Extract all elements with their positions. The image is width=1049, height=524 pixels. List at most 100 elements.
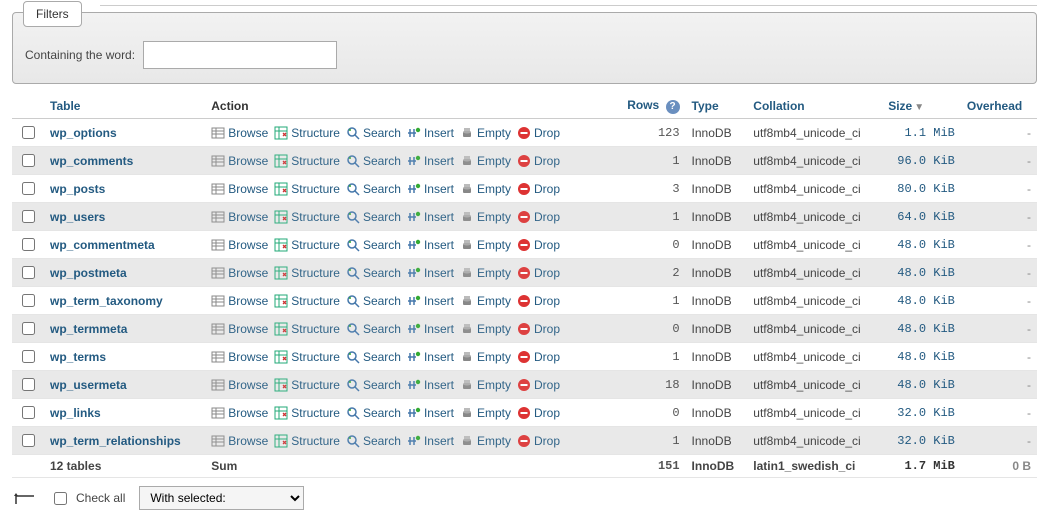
- table-name-link[interactable]: wp_term_relationships: [50, 434, 181, 448]
- insert-action[interactable]: Insert: [407, 266, 454, 280]
- row-checkbox[interactable]: [22, 154, 35, 167]
- structure-action[interactable]: Structure: [274, 266, 340, 280]
- table-name-link[interactable]: wp_options: [50, 126, 117, 140]
- empty-action[interactable]: Empty: [460, 434, 511, 448]
- row-size[interactable]: 96.0 KiB: [882, 147, 961, 175]
- structure-action[interactable]: Structure: [274, 238, 340, 252]
- browse-action[interactable]: Browse: [211, 434, 268, 448]
- insert-action[interactable]: Insert: [407, 322, 454, 336]
- row-size[interactable]: 48.0 KiB: [882, 315, 961, 343]
- drop-action[interactable]: Drop: [517, 238, 560, 252]
- row-checkbox[interactable]: [22, 378, 35, 391]
- row-size[interactable]: 80.0 KiB: [882, 175, 961, 203]
- filters-tab[interactable]: Filters: [23, 1, 82, 27]
- search-action[interactable]: Search: [346, 238, 401, 252]
- empty-action[interactable]: Empty: [460, 406, 511, 420]
- row-size[interactable]: 48.0 KiB: [882, 343, 961, 371]
- search-action[interactable]: Search: [346, 294, 401, 308]
- structure-action[interactable]: Structure: [274, 182, 340, 196]
- drop-action[interactable]: Drop: [517, 322, 560, 336]
- table-name-link[interactable]: wp_postmeta: [50, 266, 127, 280]
- structure-action[interactable]: Structure: [274, 350, 340, 364]
- structure-action[interactable]: Structure: [274, 322, 340, 336]
- structure-action[interactable]: Structure: [274, 126, 340, 140]
- insert-action[interactable]: Insert: [407, 434, 454, 448]
- structure-action[interactable]: Structure: [274, 210, 340, 224]
- search-action[interactable]: Search: [346, 406, 401, 420]
- row-size[interactable]: 32.0 KiB: [882, 427, 961, 455]
- col-size[interactable]: Size▼: [882, 94, 961, 119]
- empty-action[interactable]: Empty: [460, 126, 511, 140]
- empty-action[interactable]: Empty: [460, 182, 511, 196]
- row-size[interactable]: 64.0 KiB: [882, 203, 961, 231]
- row-checkbox[interactable]: [22, 294, 35, 307]
- with-selected-dropdown[interactable]: With selected:: [139, 486, 304, 510]
- empty-action[interactable]: Empty: [460, 322, 511, 336]
- row-size[interactable]: 48.0 KiB: [882, 371, 961, 399]
- table-name-link[interactable]: wp_users: [50, 210, 105, 224]
- empty-action[interactable]: Empty: [460, 350, 511, 364]
- row-checkbox[interactable]: [22, 210, 35, 223]
- structure-action[interactable]: Structure: [274, 406, 340, 420]
- browse-action[interactable]: Browse: [211, 154, 268, 168]
- browse-action[interactable]: Browse: [211, 126, 268, 140]
- browse-action[interactable]: Browse: [211, 350, 268, 364]
- search-action[interactable]: Search: [346, 266, 401, 280]
- table-name-link[interactable]: wp_comments: [50, 154, 133, 168]
- drop-action[interactable]: Drop: [517, 434, 560, 448]
- row-size[interactable]: 48.0 KiB: [882, 287, 961, 315]
- empty-action[interactable]: Empty: [460, 154, 511, 168]
- search-action[interactable]: Search: [346, 434, 401, 448]
- table-name-link[interactable]: wp_posts: [50, 182, 105, 196]
- table-name-link[interactable]: wp_terms: [50, 350, 106, 364]
- table-name-link[interactable]: wp_commentmeta: [50, 238, 155, 252]
- rows-help-icon[interactable]: ?: [666, 100, 680, 114]
- col-rows[interactable]: Rows ?: [613, 94, 686, 119]
- table-name-link[interactable]: wp_usermeta: [50, 378, 127, 392]
- col-collation[interactable]: Collation: [747, 94, 882, 119]
- check-all-label[interactable]: Check all: [76, 491, 125, 505]
- structure-action[interactable]: Structure: [274, 378, 340, 392]
- insert-action[interactable]: Insert: [407, 154, 454, 168]
- browse-action[interactable]: Browse: [211, 238, 268, 252]
- search-action[interactable]: Search: [346, 350, 401, 364]
- insert-action[interactable]: Insert: [407, 126, 454, 140]
- structure-action[interactable]: Structure: [274, 434, 340, 448]
- row-checkbox[interactable]: [22, 406, 35, 419]
- search-action[interactable]: Search: [346, 182, 401, 196]
- insert-action[interactable]: Insert: [407, 378, 454, 392]
- row-checkbox[interactable]: [22, 126, 35, 139]
- filters-word-input[interactable]: [143, 41, 337, 69]
- row-checkbox[interactable]: [22, 322, 35, 335]
- drop-action[interactable]: Drop: [517, 210, 560, 224]
- row-checkbox[interactable]: [22, 350, 35, 363]
- insert-action[interactable]: Insert: [407, 294, 454, 308]
- structure-action[interactable]: Structure: [274, 154, 340, 168]
- empty-action[interactable]: Empty: [460, 378, 511, 392]
- table-name-link[interactable]: wp_termmeta: [50, 322, 127, 336]
- row-size[interactable]: 48.0 KiB: [882, 231, 961, 259]
- row-size[interactable]: 32.0 KiB: [882, 399, 961, 427]
- search-action[interactable]: Search: [346, 322, 401, 336]
- col-type[interactable]: Type: [686, 94, 748, 119]
- insert-action[interactable]: Insert: [407, 238, 454, 252]
- drop-action[interactable]: Drop: [517, 378, 560, 392]
- structure-action[interactable]: Structure: [274, 294, 340, 308]
- empty-action[interactable]: Empty: [460, 238, 511, 252]
- search-action[interactable]: Search: [346, 210, 401, 224]
- table-name-link[interactable]: wp_term_taxonomy: [50, 294, 163, 308]
- drop-action[interactable]: Drop: [517, 406, 560, 420]
- col-overhead[interactable]: Overhead: [961, 94, 1037, 119]
- row-checkbox[interactable]: [22, 182, 35, 195]
- drop-action[interactable]: Drop: [517, 154, 560, 168]
- drop-action[interactable]: Drop: [517, 266, 560, 280]
- drop-action[interactable]: Drop: [517, 182, 560, 196]
- empty-action[interactable]: Empty: [460, 210, 511, 224]
- check-all-checkbox[interactable]: [54, 492, 67, 505]
- insert-action[interactable]: Insert: [407, 350, 454, 364]
- drop-action[interactable]: Drop: [517, 294, 560, 308]
- empty-action[interactable]: Empty: [460, 294, 511, 308]
- row-checkbox[interactable]: [22, 434, 35, 447]
- row-checkbox[interactable]: [22, 238, 35, 251]
- search-action[interactable]: Search: [346, 154, 401, 168]
